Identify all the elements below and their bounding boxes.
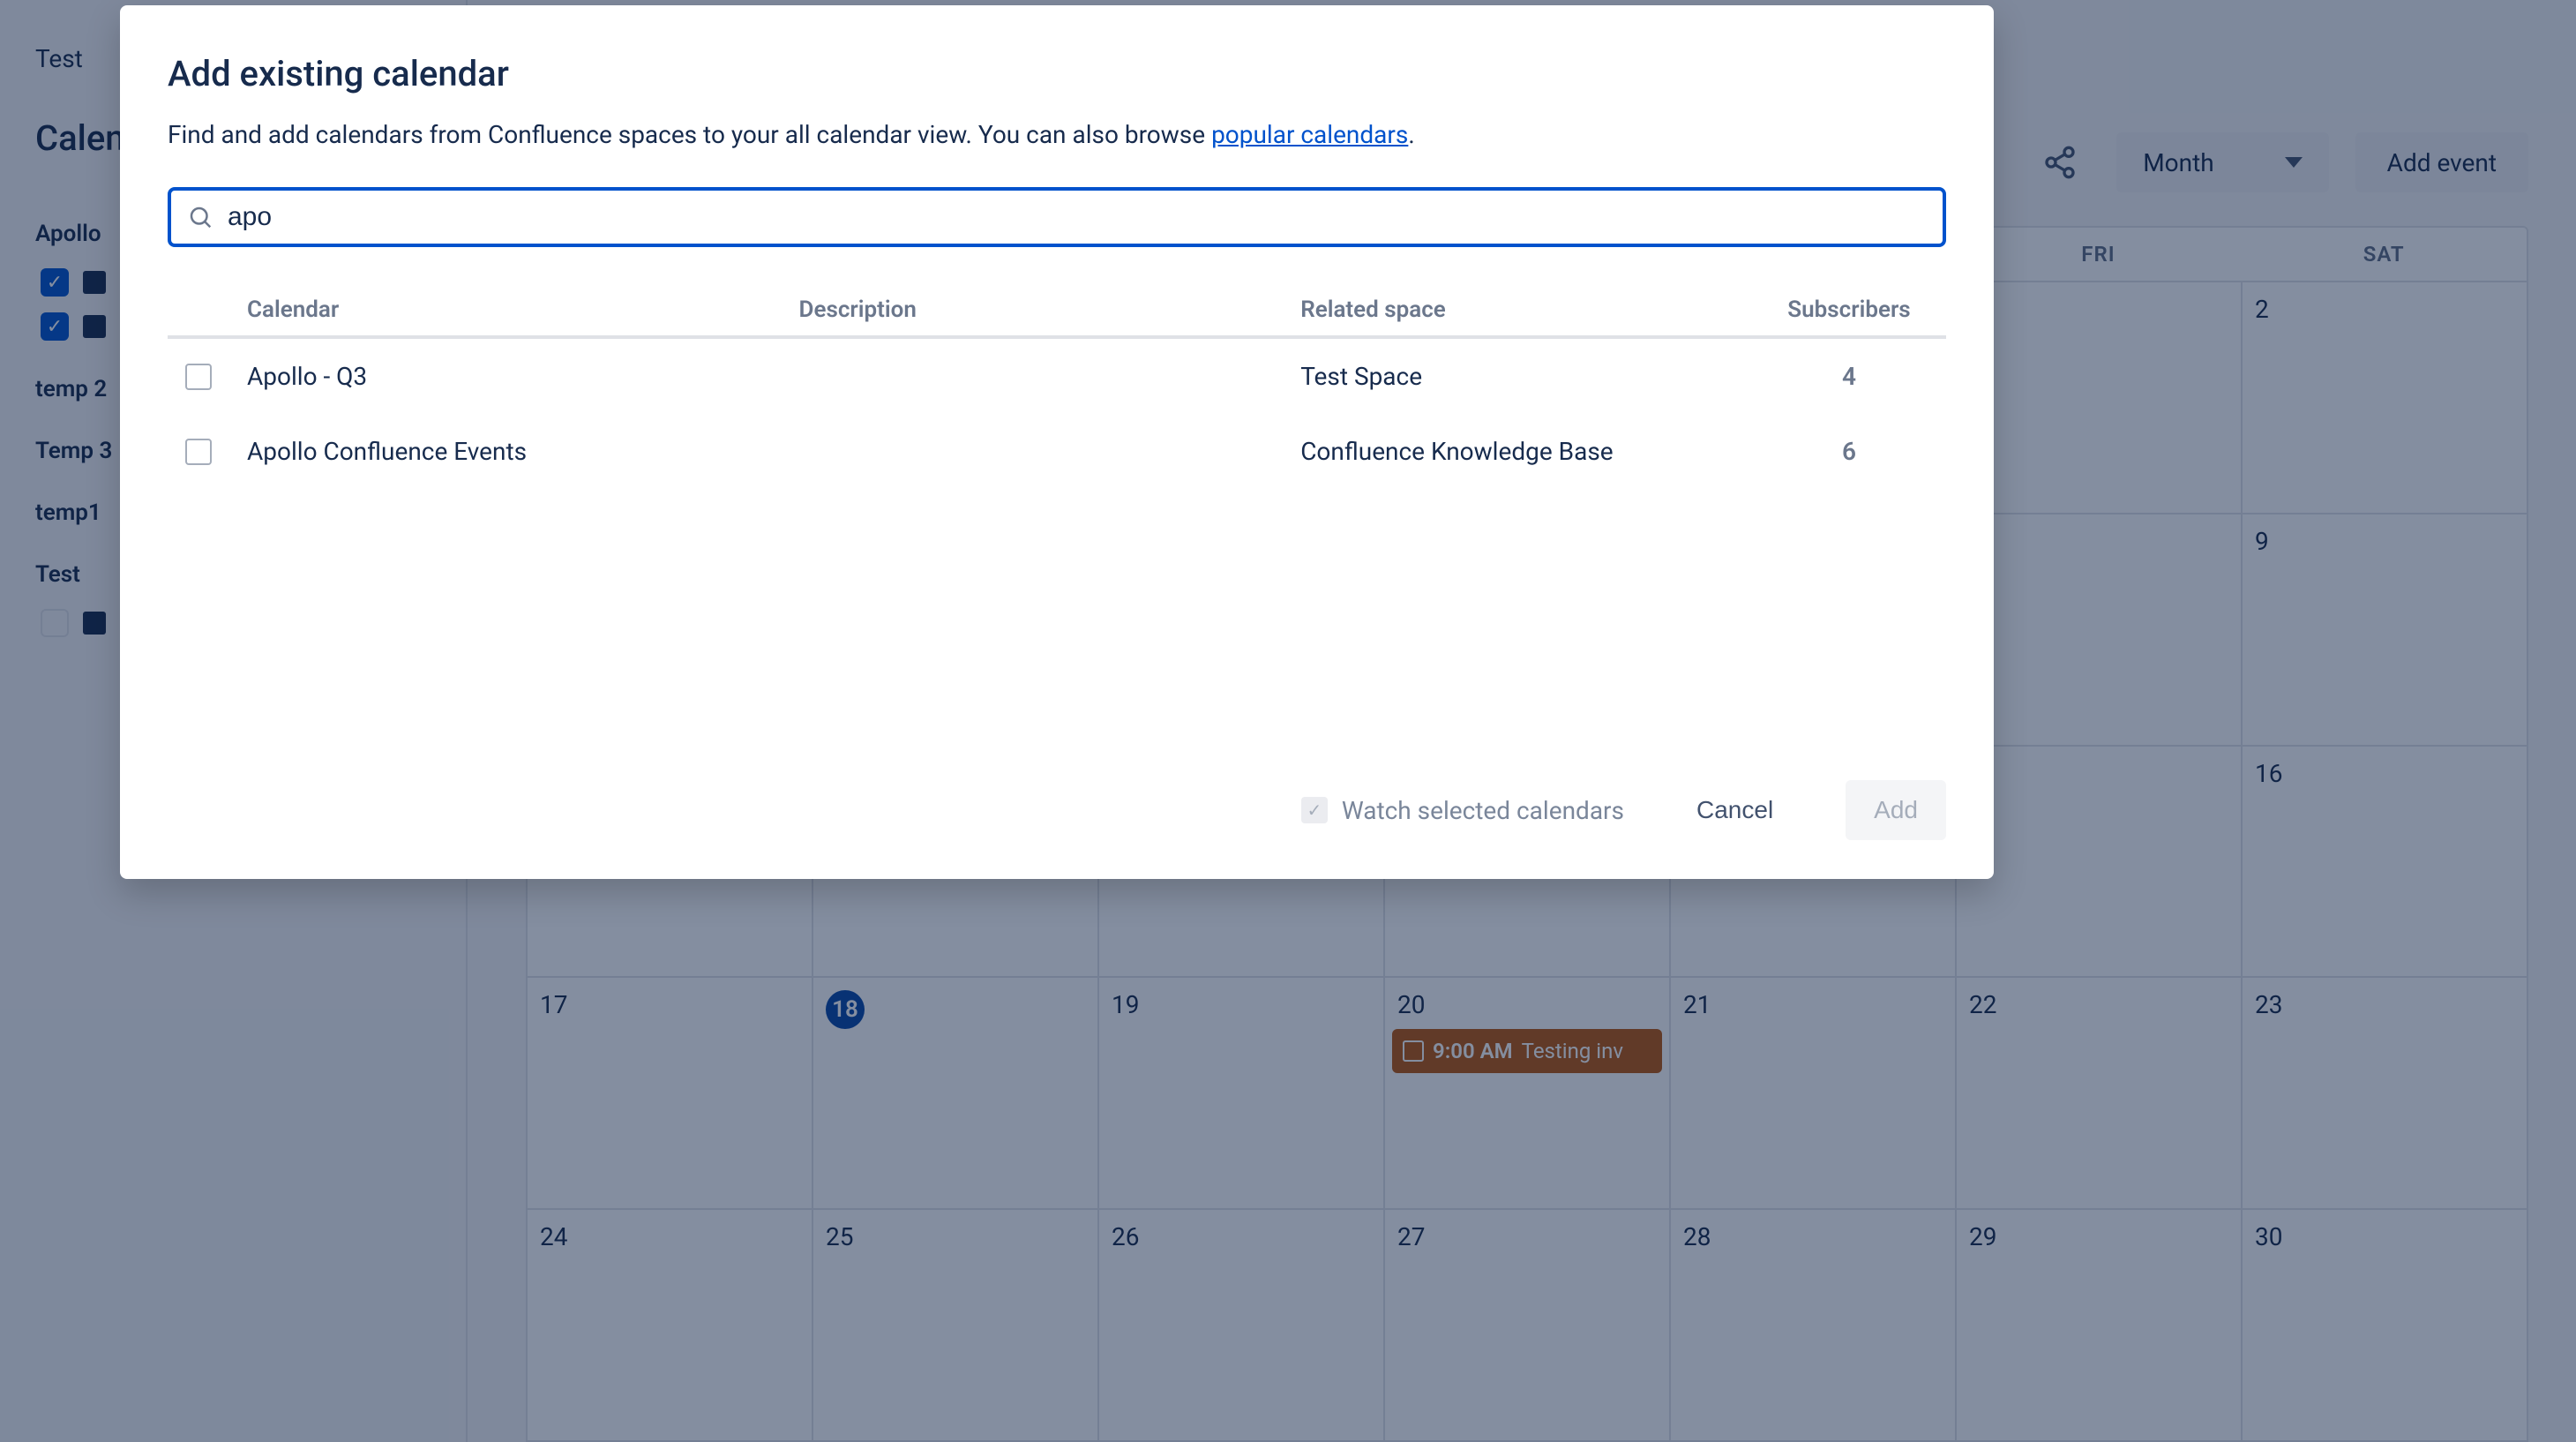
watch-label: Watch selected calendars bbox=[1342, 796, 1624, 825]
result-row[interactable]: Apollo - Q3 Test Space 4 bbox=[168, 339, 1946, 414]
modal-desc-suffix: . bbox=[1408, 120, 1414, 149]
add-calendar-modal: Add existing calendar Find and add calen… bbox=[120, 5, 1994, 879]
watch-checkbox[interactable]: ✓ bbox=[1301, 797, 1328, 823]
modal-title: Add existing calendar bbox=[168, 53, 1946, 94]
result-subscribers: 6 bbox=[1752, 437, 1946, 466]
result-subscribers: 4 bbox=[1752, 362, 1946, 391]
search-input[interactable] bbox=[228, 202, 1927, 232]
result-row[interactable]: Apollo Confluence Events Confluence Know… bbox=[168, 414, 1946, 489]
result-space: Test Space bbox=[1300, 362, 1752, 391]
result-space: Confluence Knowledge Base bbox=[1300, 437, 1752, 466]
results-table: Calendar Description Related space Subsc… bbox=[168, 284, 1946, 489]
results-header: Calendar Description Related space Subsc… bbox=[168, 284, 1946, 339]
result-checkbox[interactable] bbox=[185, 364, 212, 390]
search-icon bbox=[187, 204, 213, 230]
col-space: Related space bbox=[1300, 297, 1752, 323]
search-box[interactable] bbox=[168, 187, 1946, 247]
result-name: Apollo - Q3 bbox=[247, 362, 799, 391]
add-button[interactable]: Add bbox=[1846, 780, 1946, 840]
result-checkbox[interactable] bbox=[185, 439, 212, 465]
col-calendar: Calendar bbox=[247, 297, 799, 323]
modal-description: Find and add calendars from Confluence s… bbox=[168, 117, 1946, 152]
col-description: Description bbox=[799, 297, 1301, 323]
col-subscribers: Subscribers bbox=[1752, 297, 1946, 323]
watch-selected-wrap: ✓ Watch selected calendars bbox=[1301, 796, 1624, 825]
cancel-button[interactable]: Cancel bbox=[1668, 780, 1801, 840]
popular-calendars-link[interactable]: popular calendars bbox=[1211, 120, 1408, 149]
result-name: Apollo Confluence Events bbox=[247, 437, 799, 466]
modal-desc-text: Find and add calendars from Confluence s… bbox=[168, 120, 1211, 149]
modal-footer: ✓ Watch selected calendars Cancel Add bbox=[168, 780, 1946, 840]
